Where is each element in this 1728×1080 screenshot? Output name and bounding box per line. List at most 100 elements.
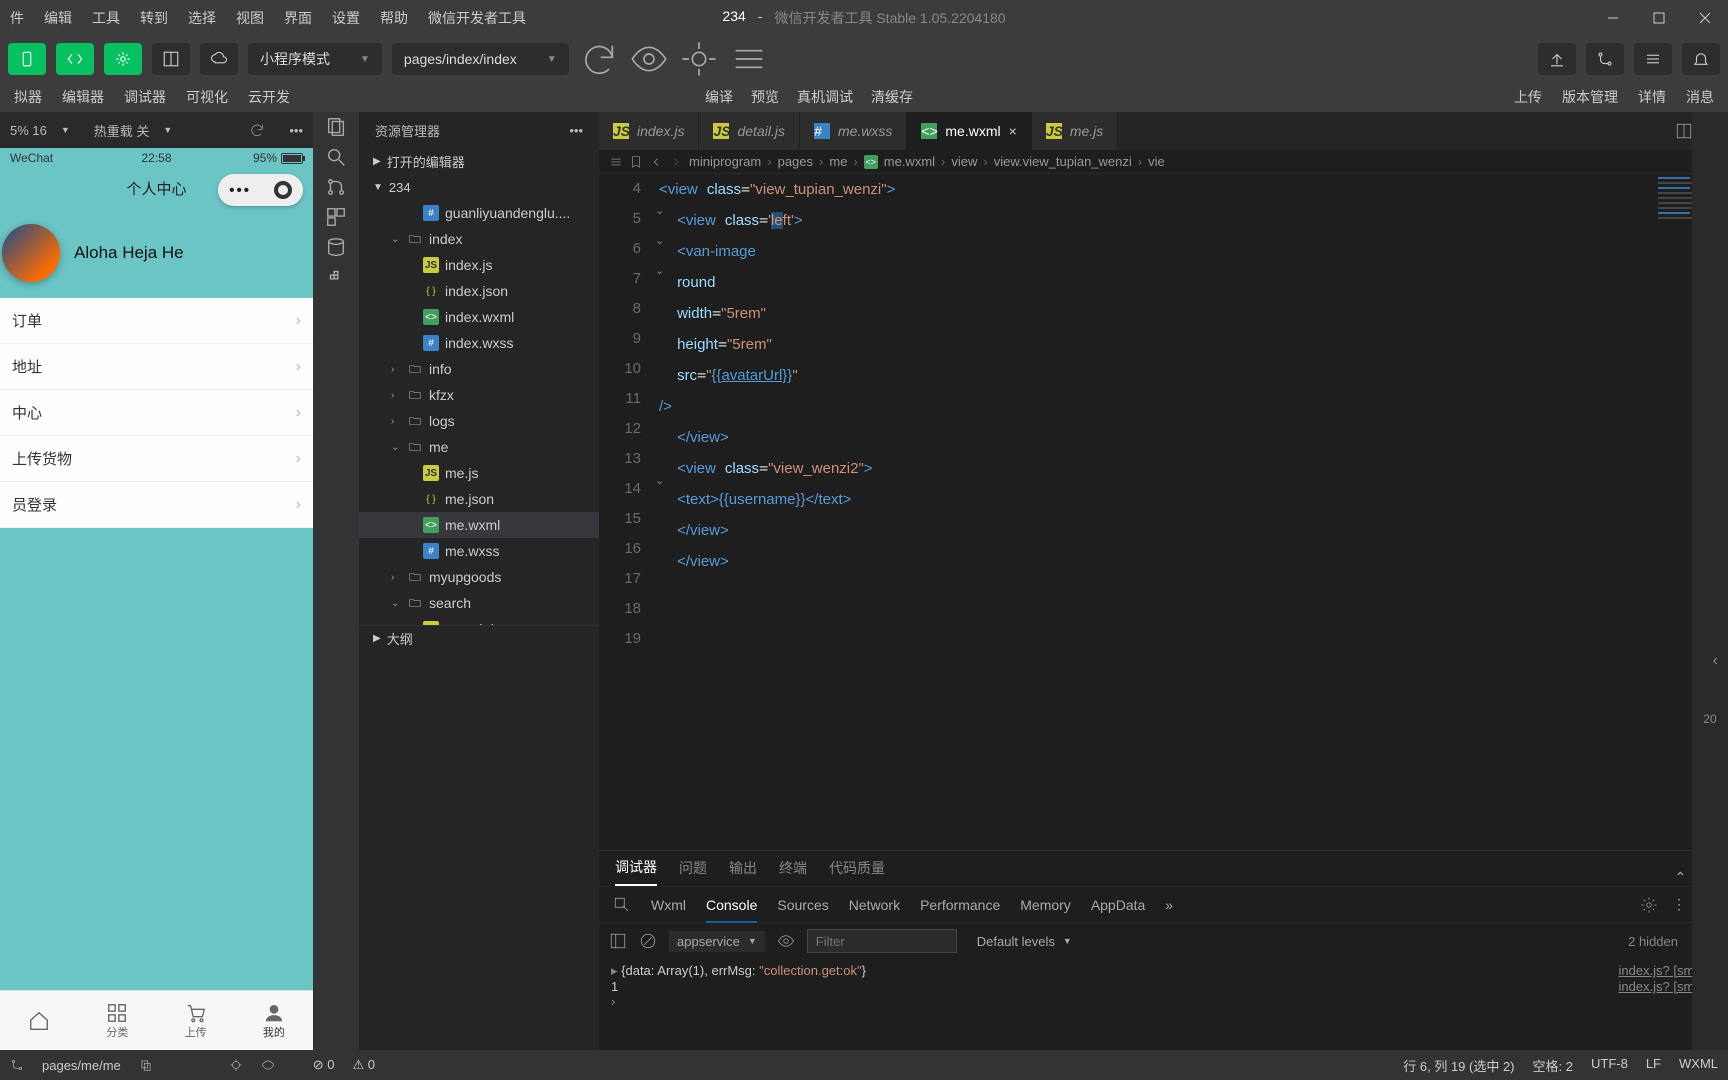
details-button[interactable]: [1634, 43, 1672, 75]
language-mode[interactable]: WXML: [1679, 1056, 1718, 1075]
crumb[interactable]: vie: [1148, 154, 1165, 169]
menu-item[interactable]: 件: [0, 8, 34, 28]
more-icon[interactable]: •••: [289, 123, 303, 138]
list-item[interactable]: 上传货物›: [0, 436, 313, 482]
kebab-icon[interactable]: ⋮: [1672, 896, 1686, 914]
folder-node[interactable]: ⌄index: [359, 226, 599, 252]
refresh-button[interactable]: [579, 42, 619, 76]
simulator-toggle[interactable]: [8, 43, 46, 75]
database-icon[interactable]: [325, 236, 347, 258]
folder-node[interactable]: ›kfzx: [359, 382, 599, 408]
log-levels-dropdown[interactable]: Default levels▼: [969, 931, 1080, 952]
files-icon[interactable]: [325, 116, 347, 138]
gear-icon[interactable]: [1640, 896, 1658, 914]
close-icon[interactable]: ×: [1009, 123, 1017, 139]
tab-code-quality[interactable]: 代码质量: [829, 858, 885, 886]
editor-tab[interactable]: <>me.wxml×: [907, 112, 1031, 150]
back-icon[interactable]: [649, 155, 663, 169]
menu-item[interactable]: 帮助: [370, 8, 418, 28]
list-item[interactable]: 员登录›: [0, 482, 313, 528]
preview-button[interactable]: [629, 42, 669, 76]
upload-button[interactable]: [1538, 43, 1576, 75]
fold-icon[interactable]: ⌄: [655, 264, 664, 277]
folder-node[interactable]: ›info: [359, 356, 599, 382]
errors[interactable]: ⊘ 0: [313, 1057, 335, 1073]
extensions-icon[interactable]: [325, 206, 347, 228]
fold-icon[interactable]: ⌄: [655, 474, 664, 487]
menu-item[interactable]: 界面: [274, 8, 322, 28]
project-root[interactable]: ▼234: [359, 174, 599, 200]
folder-node[interactable]: ›logs: [359, 408, 599, 434]
file-node[interactable]: { }index.json: [359, 278, 599, 304]
menu-item[interactable]: 选择: [178, 8, 226, 28]
menu-item[interactable]: 编辑: [34, 8, 82, 28]
sidebar-icon[interactable]: [609, 932, 627, 950]
minimize-button[interactable]: [1590, 0, 1636, 36]
file-node[interactable]: { }me.json: [359, 486, 599, 512]
code-editor[interactable]: 45678910111213141516171819 <view class="…: [599, 174, 1728, 850]
version-button[interactable]: [1586, 43, 1624, 75]
cursor-position[interactable]: 行 6, 列 19 (选中 2): [1403, 1056, 1514, 1075]
editor-toggle[interactable]: [56, 43, 94, 75]
menu-item[interactable]: 视图: [226, 8, 274, 28]
tab-sources[interactable]: Sources: [777, 897, 828, 913]
crumb[interactable]: view: [951, 154, 977, 169]
compile-mode-dropdown[interactable]: 小程序模式▼: [248, 43, 382, 75]
crumb[interactable]: me: [829, 154, 847, 169]
chevron-up-icon[interactable]: ⌃: [1675, 869, 1687, 886]
file-node[interactable]: JSsearch.js: [359, 616, 599, 625]
folder-node[interactable]: ›myupgoods: [359, 564, 599, 590]
tab-problems[interactable]: 问题: [679, 858, 707, 886]
eol-setting[interactable]: LF: [1646, 1056, 1661, 1075]
console-output[interactable]: ▸ {data: Array(1), errMsg: "collection.g…: [599, 959, 1728, 1050]
menu-item[interactable]: 微信开发者工具: [418, 8, 536, 28]
clear-cache-button[interactable]: [729, 42, 769, 76]
list-item[interactable]: 地址›: [0, 344, 313, 390]
menu-item[interactable]: 工具: [82, 8, 130, 28]
hot-reload-toggle[interactable]: 热重载 关: [94, 121, 150, 140]
zoom-label[interactable]: 5% 16: [10, 123, 47, 138]
tab-appdata[interactable]: AppData: [1091, 897, 1145, 913]
remote-debug-button[interactable]: [679, 42, 719, 76]
list-icon[interactable]: [609, 155, 623, 169]
folder-node[interactable]: ⌄me: [359, 434, 599, 460]
eye-icon[interactable]: [261, 1058, 275, 1072]
chevron-left-icon[interactable]: ‹: [1713, 652, 1718, 670]
crumb[interactable]: view.view_tupian_wenzi: [994, 154, 1132, 169]
eye-icon[interactable]: [777, 932, 795, 950]
hidden-messages[interactable]: 2 hidden: [1628, 934, 1678, 949]
context-selector[interactable]: appservice▼: [669, 931, 765, 952]
tab-wxml[interactable]: Wxml: [651, 897, 686, 913]
list-item[interactable]: 中心›: [0, 390, 313, 436]
tab-performance[interactable]: Performance: [920, 897, 1000, 913]
file-node[interactable]: JSme.js: [359, 460, 599, 486]
folder-node[interactable]: ⌄search: [359, 590, 599, 616]
tab-me[interactable]: 我的: [235, 991, 313, 1050]
filter-input[interactable]: [807, 929, 957, 953]
branch-icon[interactable]: [10, 1058, 24, 1072]
tab-debugger[interactable]: 调试器: [615, 857, 657, 886]
close-button[interactable]: [1682, 0, 1728, 36]
notifications-button[interactable]: [1682, 43, 1720, 75]
editor-tab[interactable]: #me.wxss: [800, 112, 907, 150]
file-node[interactable]: <>me.wxml: [359, 512, 599, 538]
branch-label[interactable]: pages/me/me: [42, 1058, 121, 1073]
more-icon[interactable]: •••: [569, 123, 583, 138]
file-node[interactable]: #guanliyuandenglu....: [359, 200, 599, 226]
debug-icon[interactable]: [229, 1058, 243, 1072]
crumb[interactable]: me.wxml: [884, 154, 935, 169]
open-editors-section[interactable]: ▶打开的编辑器: [359, 148, 599, 174]
more-tabs[interactable]: »: [1165, 897, 1173, 913]
editor-tab[interactable]: JSdetail.js: [699, 112, 799, 150]
tab-upload[interactable]: 上传: [157, 991, 235, 1050]
fold-icon[interactable]: ⌄: [655, 234, 664, 247]
capsule-button[interactable]: •••: [218, 174, 303, 206]
editor-tab[interactable]: JSindex.js: [599, 112, 699, 150]
cloud-dev-button[interactable]: [200, 43, 238, 75]
outline-section[interactable]: ▶大纲: [359, 625, 599, 651]
tab-home[interactable]: [0, 991, 78, 1050]
maximize-button[interactable]: [1636, 0, 1682, 36]
forward-icon[interactable]: [669, 155, 683, 169]
file-node[interactable]: <>index.wxml: [359, 304, 599, 330]
menu-item[interactable]: 设置: [322, 8, 370, 28]
